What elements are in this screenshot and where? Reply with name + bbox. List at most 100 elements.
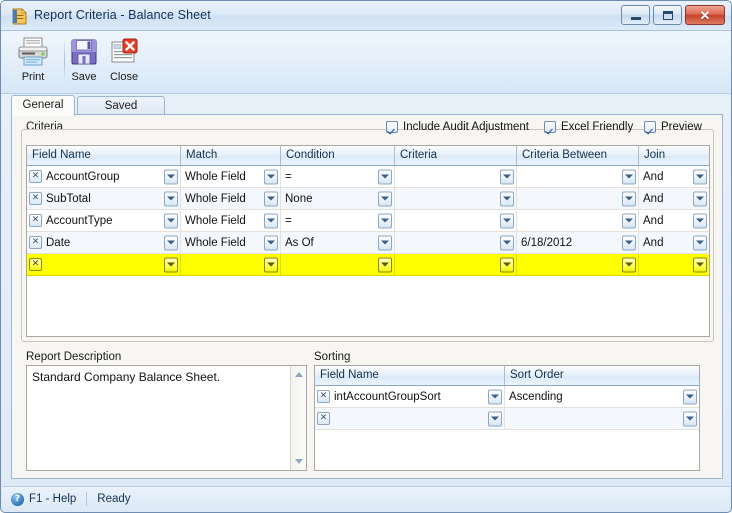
- cell-criteria-between[interactable]: [517, 166, 639, 187]
- chevron-down-icon[interactable]: [164, 257, 178, 272]
- column-header-criteria-between[interactable]: Criteria Between: [517, 146, 639, 165]
- remove-row-icon[interactable]: ✕: [29, 170, 42, 183]
- remove-row-icon[interactable]: ✕: [29, 192, 42, 205]
- include-audit-adjustment-checkbox[interactable]: Include Audit Adjustment: [386, 121, 529, 133]
- table-row[interactable]: ✕: [315, 408, 699, 430]
- cell-join[interactable]: [639, 254, 709, 275]
- cell-join[interactable]: And: [639, 166, 709, 187]
- help-link[interactable]: ? F1 - Help: [2, 492, 76, 506]
- chevron-down-icon[interactable]: [488, 411, 502, 426]
- column-header-join[interactable]: Join: [639, 146, 709, 165]
- table-row[interactable]: ✕ intAccountGroupSort Ascending: [315, 386, 699, 408]
- remove-row-icon[interactable]: ✕: [29, 236, 42, 249]
- chevron-down-icon[interactable]: [693, 191, 707, 206]
- remove-row-icon[interactable]: ✕: [317, 390, 330, 403]
- criteria-grid[interactable]: Field Name Match Condition Criteria Crit…: [26, 145, 710, 337]
- cell-match[interactable]: Whole Field: [181, 166, 281, 187]
- table-row-new[interactable]: ✕: [27, 254, 709, 276]
- chevron-down-icon[interactable]: [164, 235, 178, 250]
- chevron-down-icon[interactable]: [500, 191, 514, 206]
- cell-sort-order[interactable]: [505, 408, 699, 429]
- cell-field-name[interactable]: ✕ SubTotal: [27, 188, 181, 209]
- sorting-grid[interactable]: Field Name Sort Order ✕ intAccountGroupS…: [314, 365, 700, 471]
- cell-criteria-between[interactable]: [517, 210, 639, 231]
- cell-criteria[interactable]: [395, 166, 517, 187]
- cell-match[interactable]: Whole Field: [181, 188, 281, 209]
- chevron-down-icon[interactable]: [622, 191, 636, 206]
- cell-sort-field-name[interactable]: ✕: [315, 408, 505, 429]
- chevron-down-icon[interactable]: [693, 235, 707, 250]
- cell-criteria[interactable]: [395, 188, 517, 209]
- chevron-down-icon[interactable]: [164, 191, 178, 206]
- chevron-down-icon[interactable]: [683, 389, 697, 404]
- cell-condition[interactable]: [281, 254, 395, 275]
- chevron-down-icon[interactable]: [500, 257, 514, 272]
- cell-sort-field-name[interactable]: ✕ intAccountGroupSort: [315, 386, 505, 407]
- chevron-down-icon[interactable]: [693, 169, 707, 184]
- cell-field-name[interactable]: ✕: [27, 254, 181, 275]
- chevron-down-icon[interactable]: [264, 235, 278, 250]
- chevron-down-icon[interactable]: [693, 257, 707, 272]
- column-header-criteria[interactable]: Criteria: [395, 146, 517, 165]
- tab-general[interactable]: General: [11, 95, 75, 116]
- cell-field-name[interactable]: ✕ Date: [27, 232, 181, 253]
- cell-match[interactable]: Whole Field: [181, 232, 281, 253]
- close-document-button[interactable]: Close: [98, 34, 150, 90]
- minimize-button[interactable]: [621, 5, 650, 25]
- chevron-down-icon[interactable]: [264, 191, 278, 206]
- cell-condition[interactable]: As Of: [281, 232, 395, 253]
- cell-criteria[interactable]: [395, 254, 517, 275]
- chevron-down-icon[interactable]: [622, 169, 636, 184]
- report-description-textarea[interactable]: Standard Company Balance Sheet.: [26, 365, 307, 471]
- remove-row-icon[interactable]: ✕: [317, 412, 330, 425]
- column-header-field-name[interactable]: Field Name: [27, 146, 181, 165]
- chevron-down-icon[interactable]: [622, 257, 636, 272]
- sort-column-header-sort-order[interactable]: Sort Order: [505, 366, 699, 385]
- chevron-down-icon[interactable]: [164, 213, 178, 228]
- cell-join[interactable]: And: [639, 188, 709, 209]
- cell-condition[interactable]: None: [281, 188, 395, 209]
- column-header-match[interactable]: Match: [181, 146, 281, 165]
- close-button[interactable]: ✕: [685, 5, 725, 25]
- chevron-down-icon[interactable]: [264, 257, 278, 272]
- table-row[interactable]: ✕ AccountGroup Whole Field = And: [27, 166, 709, 188]
- column-header-condition[interactable]: Condition: [281, 146, 395, 165]
- cell-field-name[interactable]: ✕ AccountGroup: [27, 166, 181, 187]
- chevron-down-icon[interactable]: [500, 213, 514, 228]
- chevron-down-icon[interactable]: [378, 191, 392, 206]
- cell-match[interactable]: Whole Field: [181, 210, 281, 231]
- cell-criteria-between[interactable]: 6/18/2012: [517, 232, 639, 253]
- remove-row-icon[interactable]: ✕: [29, 214, 42, 227]
- cell-condition[interactable]: =: [281, 166, 395, 187]
- cell-criteria-between[interactable]: [517, 254, 639, 275]
- scroll-down-icon[interactable]: [291, 454, 306, 469]
- chevron-down-icon[interactable]: [683, 411, 697, 426]
- maximize-button[interactable]: [653, 5, 682, 25]
- chevron-down-icon[interactable]: [622, 235, 636, 250]
- chevron-down-icon[interactable]: [488, 389, 502, 404]
- tab-saved-criteria[interactable]: Saved Criteria: [77, 96, 165, 131]
- cell-match[interactable]: [181, 254, 281, 275]
- chevron-down-icon[interactable]: [500, 169, 514, 184]
- cell-join[interactable]: And: [639, 210, 709, 231]
- chevron-down-icon[interactable]: [264, 213, 278, 228]
- cell-criteria-between[interactable]: [517, 188, 639, 209]
- chevron-down-icon[interactable]: [378, 235, 392, 250]
- chevron-down-icon[interactable]: [622, 213, 636, 228]
- table-row[interactable]: ✕ Date Whole Field As Of 6/18/2012 And: [27, 232, 709, 254]
- sort-column-header-field-name[interactable]: Field Name: [315, 366, 505, 385]
- remove-row-icon[interactable]: ✕: [29, 258, 42, 271]
- chevron-down-icon[interactable]: [378, 213, 392, 228]
- cell-field-name[interactable]: ✕ AccountType: [27, 210, 181, 231]
- cell-condition[interactable]: =: [281, 210, 395, 231]
- table-row[interactable]: ✕ AccountType Whole Field = And: [27, 210, 709, 232]
- chevron-down-icon[interactable]: [164, 169, 178, 184]
- cell-join[interactable]: And: [639, 232, 709, 253]
- description-scrollbar[interactable]: [290, 366, 306, 470]
- scroll-up-icon[interactable]: [291, 367, 306, 382]
- print-button[interactable]: Print: [7, 34, 59, 90]
- chevron-down-icon[interactable]: [264, 169, 278, 184]
- cell-sort-order[interactable]: Ascending: [505, 386, 699, 407]
- cell-criteria[interactable]: [395, 232, 517, 253]
- chevron-down-icon[interactable]: [378, 257, 392, 272]
